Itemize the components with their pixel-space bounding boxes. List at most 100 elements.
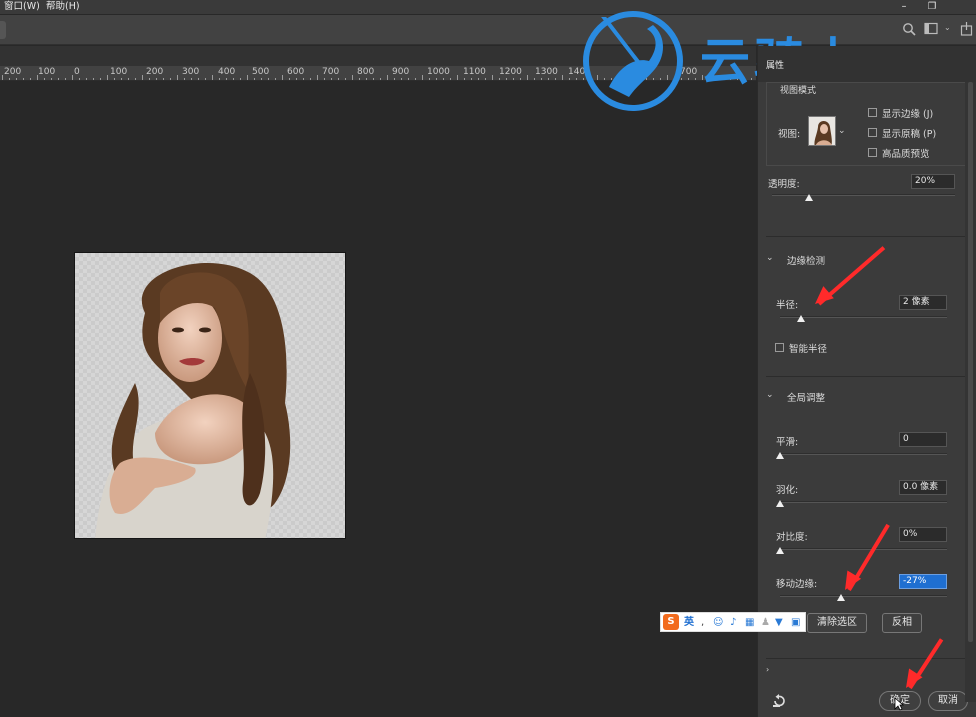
ruler-label: 400 bbox=[218, 67, 236, 77]
show-original-checkbox[interactable] bbox=[868, 128, 877, 137]
contrast-field[interactable]: 0% bbox=[899, 527, 947, 542]
radius-field[interactable]: 2 像素 bbox=[899, 295, 947, 310]
ime-logo[interactable]: S bbox=[663, 614, 679, 630]
panel-scrollbar[interactable] bbox=[965, 82, 976, 702]
ruler-tick bbox=[79, 78, 80, 80]
ruler-tick bbox=[569, 78, 570, 80]
ruler-tick bbox=[51, 78, 52, 80]
ruler-label: 200 bbox=[4, 67, 22, 77]
menu-window[interactable]: 窗口(W) bbox=[4, 0, 40, 13]
ruler-tick bbox=[457, 75, 458, 80]
contrast-slider[interactable] bbox=[780, 548, 947, 550]
ruler-tick bbox=[387, 75, 388, 80]
chevron-down-icon[interactable]: ⌄ bbox=[944, 23, 951, 32]
minimize-icon[interactable]: – bbox=[897, 0, 911, 13]
shift-edge-slider-thumb[interactable] bbox=[837, 594, 845, 601]
ruler-tick bbox=[114, 78, 115, 80]
ruler-label: 1100 bbox=[463, 67, 486, 77]
clear-selection-button[interactable]: 清除选区 bbox=[807, 613, 867, 633]
radius-slider[interactable] bbox=[780, 316, 947, 318]
emoji-icon[interactable]: ☺ bbox=[713, 616, 723, 629]
ime-toolbar[interactable]: S 英 , ☺ ♪ ▦ ♟ ▼ ▣ bbox=[660, 612, 806, 632]
feather-field[interactable]: 0.0 像素 bbox=[899, 480, 947, 495]
menubar: 窗口(W) 帮助(H) – ❐ bbox=[0, 0, 976, 14]
transparency-slider-thumb[interactable] bbox=[805, 194, 813, 201]
ime-mode[interactable]: 英 bbox=[684, 616, 694, 629]
ruler-tick bbox=[135, 78, 136, 80]
edge-detection-title[interactable]: 边缘检测 bbox=[787, 253, 825, 267]
ruler-tick bbox=[2, 75, 3, 80]
ruler-tick bbox=[681, 78, 682, 80]
view-mode-title: 视图模式 bbox=[780, 86, 817, 96]
ruler-tick bbox=[191, 78, 192, 80]
ruler-tick bbox=[688, 78, 689, 80]
keyboard-icon[interactable]: ▦ bbox=[745, 616, 754, 629]
ruler-tick bbox=[506, 78, 507, 80]
ruler-tick bbox=[184, 78, 185, 80]
ruler-tick bbox=[170, 78, 171, 80]
restore-icon[interactable]: ❐ bbox=[925, 0, 939, 13]
menu-help[interactable]: 帮助(H) bbox=[46, 0, 80, 13]
ruler-tick bbox=[310, 78, 311, 80]
microphone-icon[interactable]: ♪ bbox=[730, 616, 736, 629]
smart-radius-checkbox[interactable] bbox=[775, 343, 784, 352]
hq-preview-checkbox[interactable] bbox=[868, 148, 877, 157]
ruler-tick bbox=[212, 75, 213, 80]
ruler-tick bbox=[44, 78, 45, 80]
ruler-tick bbox=[177, 75, 178, 80]
transparency-field[interactable]: 20% bbox=[911, 174, 955, 189]
edge-detection-chevron-icon[interactable]: ⌄ bbox=[766, 253, 774, 263]
smooth-slider-thumb[interactable] bbox=[776, 452, 784, 459]
tool-preset-picker[interactable] bbox=[0, 21, 6, 39]
smooth-field[interactable]: 0 bbox=[899, 432, 947, 447]
transparency-label: 透明度: bbox=[768, 179, 800, 190]
ruler-tick bbox=[401, 78, 402, 80]
ruler-label: 800 bbox=[357, 67, 375, 77]
reset-icon[interactable] bbox=[772, 694, 786, 708]
ruler-tick bbox=[555, 78, 556, 80]
view-dropdown-chevron-icon[interactable]: ⌄ bbox=[838, 126, 846, 136]
skin-icon[interactable]: ▼ bbox=[775, 616, 783, 629]
ruler-tick bbox=[485, 78, 486, 80]
ruler-tick bbox=[695, 78, 696, 80]
ruler-tick bbox=[247, 75, 248, 80]
ruler-label: 0 bbox=[74, 67, 80, 77]
ruler-label: 600 bbox=[287, 67, 305, 77]
global-adjust-chevron-icon[interactable]: ⌄ bbox=[766, 390, 774, 400]
hq-preview-label: 高品质预览 bbox=[882, 149, 930, 160]
workspace-icon[interactable] bbox=[924, 22, 940, 36]
contrast-slider-thumb[interactable] bbox=[776, 547, 784, 554]
smooth-slider[interactable] bbox=[780, 453, 947, 455]
ruler-tick bbox=[30, 78, 31, 80]
view-mode-thumbnail[interactable] bbox=[808, 116, 836, 146]
show-edge-label: 显示边缘 (J) bbox=[882, 109, 934, 120]
ruler-tick bbox=[65, 78, 66, 80]
user-icon[interactable]: ♟ bbox=[761, 616, 770, 629]
output-settings-chevron-icon[interactable]: › bbox=[766, 665, 769, 674]
ruler-tick bbox=[100, 78, 101, 80]
ruler-tick bbox=[338, 78, 339, 80]
feather-slider[interactable] bbox=[780, 501, 947, 503]
shift-edge-label: 移动边缘: bbox=[776, 579, 818, 590]
shift-edge-slider[interactable] bbox=[780, 595, 947, 597]
ruler-tick bbox=[86, 78, 87, 80]
share-icon[interactable] bbox=[960, 21, 974, 36]
global-adjust-title[interactable]: 全局调整 bbox=[787, 390, 825, 404]
ruler-label: 500 bbox=[252, 67, 270, 77]
cancel-button[interactable]: 取消 bbox=[928, 691, 968, 711]
ruler-tick bbox=[324, 78, 325, 80]
ruler-tick bbox=[198, 78, 199, 80]
shift-edge-field[interactable]: -27% bbox=[899, 574, 947, 589]
invert-button[interactable]: 反相 bbox=[882, 613, 922, 633]
portrait-image bbox=[74, 252, 346, 539]
punctuation-icon[interactable]: , bbox=[701, 616, 704, 629]
ruler-tick bbox=[562, 75, 563, 80]
search-icon[interactable] bbox=[902, 22, 916, 36]
toolbox-icon[interactable]: ▣ bbox=[791, 616, 800, 629]
ruler-tick bbox=[464, 78, 465, 80]
radius-slider-thumb[interactable] bbox=[797, 315, 805, 322]
show-edge-checkbox[interactable] bbox=[868, 108, 877, 117]
transparency-slider[interactable] bbox=[772, 194, 955, 196]
feather-slider-thumb[interactable] bbox=[776, 500, 784, 507]
ruler-tick bbox=[23, 78, 24, 80]
